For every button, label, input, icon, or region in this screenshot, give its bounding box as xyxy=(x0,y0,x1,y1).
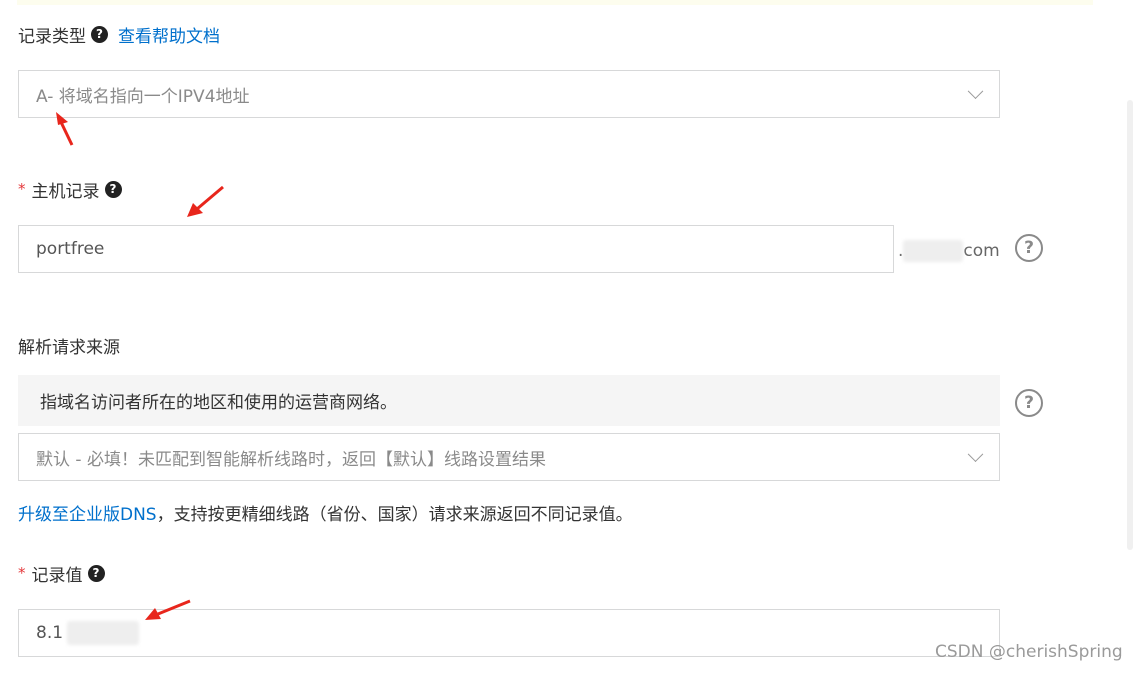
source-description-text: 指域名访问者所在的地区和使用的运营商网络。 xyxy=(40,393,397,413)
source-label-row: 解析请求来源 xyxy=(18,332,120,358)
source-description: 指域名访问者所在的地区和使用的运营商网络。 xyxy=(18,375,1000,426)
required-mark: * xyxy=(18,180,26,198)
upgrade-hint-text: ，支持按更精细线路（省份、国家）请求来源返回不同记录值。 xyxy=(156,504,633,525)
upgrade-enterprise-dns-link[interactable]: 升级至企业版DNS xyxy=(18,500,157,525)
host-record-help-icon[interactable]: ? xyxy=(104,180,122,198)
record-type-label-row: 记录类型 ? 查看帮助文档 xyxy=(18,21,220,47)
required-mark: * xyxy=(18,564,26,582)
redacted-ip xyxy=(67,621,140,645)
record-value-text: 8.1 xyxy=(36,623,64,643)
record-type-help-icon[interactable]: ? xyxy=(91,25,108,43)
record-value-help-icon[interactable]: ? xyxy=(87,564,105,582)
host-record-question-icon[interactable]: ? xyxy=(1015,234,1043,262)
host-record-input[interactable]: portfree xyxy=(18,225,894,273)
source-label: 解析请求来源 xyxy=(18,337,120,358)
record-value-input[interactable]: 8.1 xyxy=(18,609,1000,657)
watermark: CSDN @cherishSpring xyxy=(935,642,1123,662)
record-type-label: 记录类型 xyxy=(18,26,86,47)
record-type-value: A- 将域名指向一个IPV4地址 xyxy=(36,86,250,107)
domain-suffix: . com xyxy=(898,238,1000,264)
source-question-icon[interactable]: ? xyxy=(1015,389,1043,417)
domain-suffix-tld: com xyxy=(963,241,1000,261)
annotation-arrow-icon xyxy=(187,185,224,217)
chevron-down-icon xyxy=(967,83,984,100)
view-help-docs-link[interactable]: 查看帮助文档 xyxy=(118,22,220,47)
record-value-label-row: * 记录值 ? xyxy=(18,560,105,586)
upgrade-hint: 升级至企业版DNS ，支持按更精细线路（省份、国家）请求来源返回不同记录值。 xyxy=(18,499,633,525)
host-record-label-row: * 主机记录 ? xyxy=(18,176,122,202)
record-type-select[interactable]: A- 将域名指向一个IPV4地址 xyxy=(18,70,1000,118)
host-record-label: 主机记录 xyxy=(31,181,100,202)
scrollbar-thumb[interactable] xyxy=(1127,100,1133,550)
source-line-select[interactable]: 默认 - 必填！未匹配到智能解析线路时，返回【默认】线路设置结果 xyxy=(18,433,1000,481)
record-value-label: 记录值 xyxy=(31,565,83,586)
top-notice-strip xyxy=(17,0,1093,5)
redacted-domain xyxy=(903,240,964,262)
source-select-value: 默认 - 必填！未匹配到智能解析线路时，返回【默认】线路设置结果 xyxy=(36,449,546,470)
chevron-down-icon xyxy=(967,446,984,463)
host-record-value: portfree xyxy=(36,239,105,259)
